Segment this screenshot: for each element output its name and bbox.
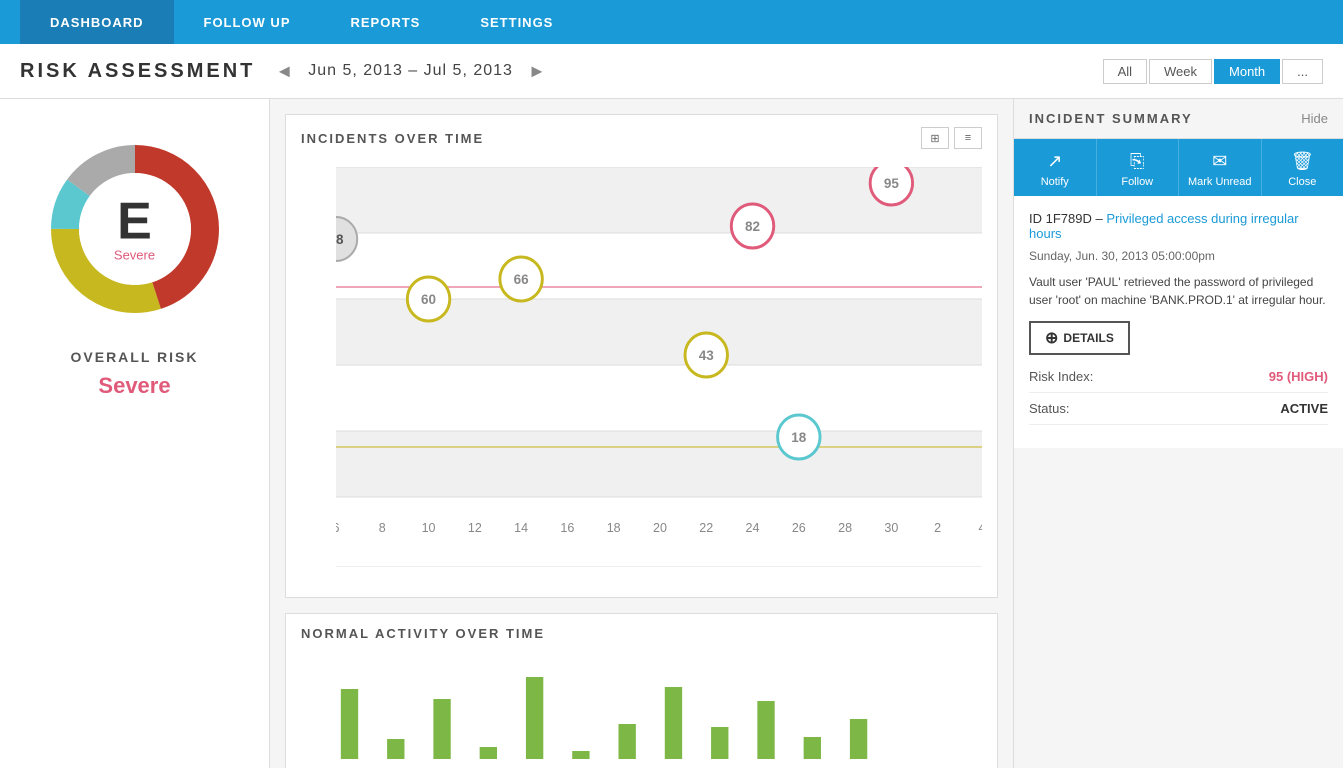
hide-button[interactable]: Hide	[1301, 111, 1328, 126]
svg-text:2: 2	[934, 520, 941, 535]
normal-activity-title: NORMAL ACTIVITY OVER TIME	[301, 626, 545, 641]
charts-area: INCIDENTS OVER TIME ⊞ ≡	[270, 99, 1013, 768]
filter-month[interactable]: Month	[1214, 59, 1280, 84]
svg-text:14: 14	[514, 520, 528, 535]
header-bar: RISK ASSESSMENT ◄ Jun 5, 2013 – Jul 5, 2…	[0, 44, 1343, 99]
svg-text:8: 8	[379, 520, 386, 535]
mark-unread-icon: ✉	[1212, 151, 1227, 172]
svg-text:43: 43	[699, 348, 714, 363]
details-plus-icon: ⊕	[1045, 328, 1058, 348]
donut-center: E Severe	[114, 196, 155, 263]
incident-id: ID 1F789D – Privileged access during irr…	[1029, 211, 1328, 241]
follow-button[interactable]: ⎘ Follow	[1097, 139, 1180, 196]
date-navigation: ◄ Jun 5, 2013 – Jul 5, 2013 ►	[275, 61, 545, 82]
status-value: ACTIVE	[1280, 401, 1328, 416]
filter-more[interactable]: ...	[1282, 59, 1323, 84]
svg-text:66: 66	[514, 272, 529, 287]
risk-grade-label: Severe	[114, 248, 155, 263]
incident-meta: Risk Index: 95 (HIGH) Status: ACTIVE	[1029, 369, 1328, 425]
svg-text:18: 18	[607, 520, 621, 535]
incident-description: Vault user 'PAUL' retrieved the password…	[1029, 273, 1328, 309]
details-label: DETAILS	[1063, 331, 1113, 345]
time-filter-group: All Week Month ...	[1103, 59, 1323, 84]
right-panel: INCIDENT SUMMARY Hide ↗ Notify ⎘ Follow …	[1013, 99, 1343, 768]
incident-id-number: ID 1F789D	[1029, 211, 1092, 226]
incidents-chart-section: INCIDENTS OVER TIME ⊞ ≡	[285, 114, 998, 598]
close-label: Close	[1288, 176, 1316, 188]
scatter-view-btn[interactable]: ⊞	[921, 127, 949, 149]
incident-date: Sunday, Jun. 30, 2013 05:00:00pm	[1029, 249, 1328, 263]
nav-settings[interactable]: SETTINGS	[450, 0, 583, 44]
filter-week[interactable]: Week	[1149, 59, 1212, 84]
svg-text:28: 28	[838, 520, 852, 535]
prev-date-arrow[interactable]: ◄	[275, 61, 293, 82]
nav-dashboard[interactable]: DASHBOARD	[20, 0, 174, 44]
close-icon: 🗑	[1291, 151, 1314, 172]
svg-text:20: 20	[653, 520, 667, 535]
notify-icon: ↗	[1047, 151, 1062, 172]
chart-view-toggle: ⊞ ≡	[921, 127, 982, 149]
incidents-chart-title: INCIDENTS OVER TIME	[301, 131, 484, 146]
status-row: Status: ACTIVE	[1029, 401, 1328, 425]
sidebar: E Severe OVERALL RISK Severe	[0, 99, 270, 768]
main-content: E Severe OVERALL RISK Severe INCIDENTS O…	[0, 99, 1343, 768]
overall-risk-value: Severe	[98, 373, 170, 399]
svg-text:78: 78	[336, 232, 344, 247]
svg-text:10: 10	[422, 520, 436, 535]
incident-content: ID 1F789D – Privileged access during irr…	[1014, 196, 1343, 448]
status-label: Status:	[1029, 401, 1069, 416]
svg-text:30: 30	[884, 520, 898, 535]
notify-button[interactable]: ↗ Notify	[1014, 139, 1097, 196]
svg-text:95: 95	[884, 176, 899, 191]
svg-text:60: 60	[421, 292, 436, 307]
incident-summary-title: INCIDENT SUMMARY	[1029, 111, 1193, 126]
details-button[interactable]: ⊕ DETAILS	[1029, 321, 1130, 355]
date-range-label: Jun 5, 2013 – Jul 5, 2013	[308, 62, 513, 80]
bar-chart: 250 200 150	[286, 649, 997, 768]
normal-activity-header: NORMAL ACTIVITY OVER TIME	[286, 614, 997, 649]
risk-index-row: Risk Index: 95 (HIGH)	[1029, 369, 1328, 393]
action-buttons: ↗ Notify ⎘ Follow ✉ Mark Unread 🗑 Close	[1014, 139, 1343, 196]
mark-unread-button[interactable]: ✉ Mark Unread	[1179, 139, 1262, 196]
scatter-chart: 100 80 60 40 20 0 6 8 10 12 14 16 18 20	[286, 157, 997, 597]
risk-grade: E	[114, 196, 155, 248]
svg-text:12: 12	[468, 520, 482, 535]
svg-text:24: 24	[746, 520, 760, 535]
close-incident-button[interactable]: 🗑 Close	[1262, 139, 1343, 196]
incidents-chart-header: INCIDENTS OVER TIME ⊞ ≡	[286, 115, 997, 157]
top-navigation: DASHBOARD FOLLOW UP REPORTS SETTINGS	[0, 0, 1343, 44]
svg-text:6: 6	[336, 520, 339, 535]
page-title: RISK ASSESSMENT	[20, 60, 255, 83]
donut-chart: E Severe	[35, 129, 235, 329]
follow-icon: ⎘	[1130, 151, 1144, 172]
risk-index-label: Risk Index:	[1029, 369, 1093, 384]
filter-all[interactable]: All	[1103, 59, 1147, 84]
nav-reports[interactable]: REPORTS	[321, 0, 451, 44]
svg-text:16: 16	[560, 520, 574, 535]
svg-text:82: 82	[745, 219, 760, 234]
mark-unread-label: Mark Unread	[1188, 176, 1252, 188]
next-date-arrow[interactable]: ►	[528, 61, 546, 82]
nav-followup[interactable]: FOLLOW UP	[174, 0, 321, 44]
svg-text:4: 4	[979, 520, 982, 535]
svg-text:18: 18	[791, 430, 806, 445]
risk-index-value: 95 (HIGH)	[1269, 369, 1328, 384]
overall-risk-label: OVERALL RISK	[71, 349, 199, 365]
svg-text:26: 26	[792, 520, 806, 535]
normal-activity-section: NORMAL ACTIVITY OVER TIME 250 200 150	[285, 613, 998, 768]
notify-label: Notify	[1041, 176, 1069, 188]
follow-label: Follow	[1121, 176, 1153, 188]
incident-summary-header: INCIDENT SUMMARY Hide	[1014, 99, 1343, 139]
list-view-btn[interactable]: ≡	[954, 127, 982, 149]
svg-text:22: 22	[699, 520, 713, 535]
